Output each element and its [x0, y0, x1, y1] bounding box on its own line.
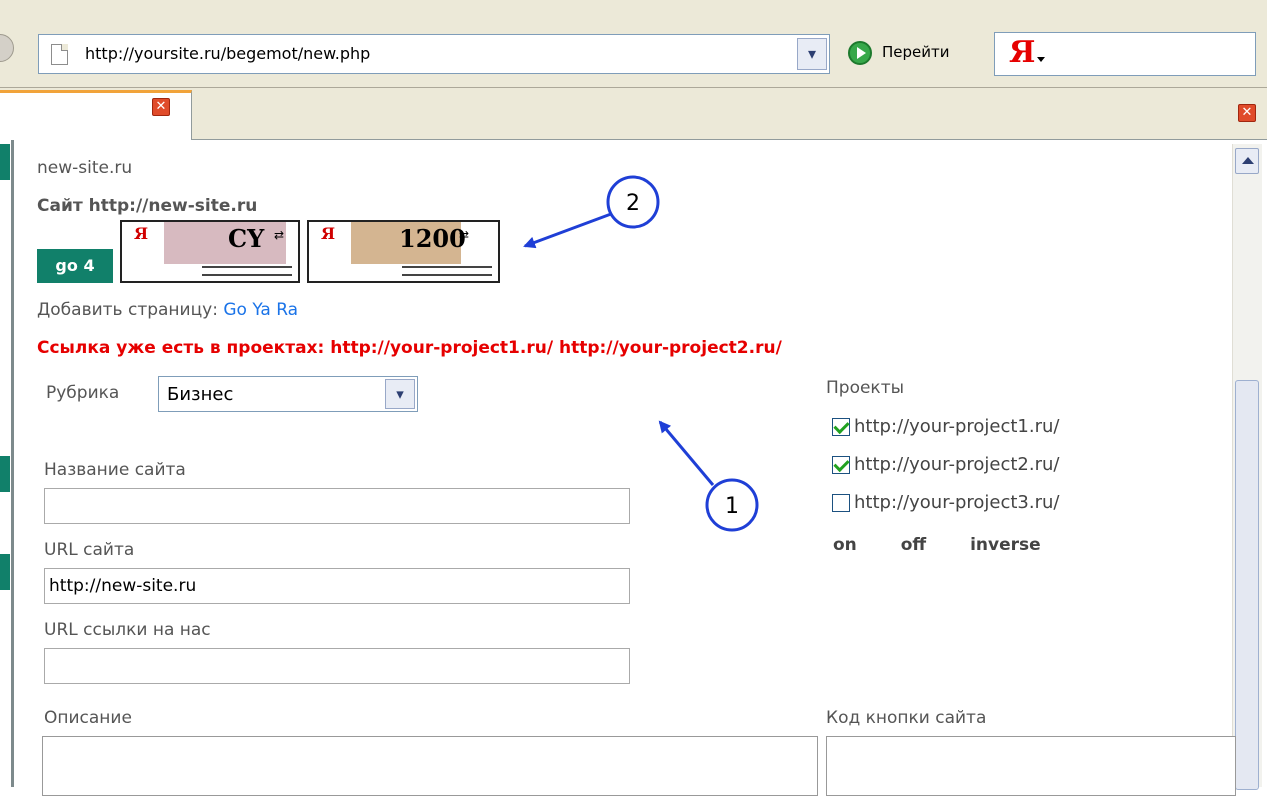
- add-page-link-ya[interactable]: Ya: [252, 300, 270, 320]
- yandex-logo-icon: Я: [134, 224, 149, 243]
- project-controls: on off inverse: [833, 535, 1079, 555]
- site-url-value: http://new-site.ru: [49, 576, 197, 596]
- already-in-projects-warning: Ссылка уже есть в проектах: http://your-…: [37, 338, 782, 358]
- page-icon: [51, 44, 68, 65]
- badge-decoration: [202, 266, 292, 276]
- projects-on-link[interactable]: on: [833, 535, 857, 555]
- description-label: Описание: [44, 708, 132, 728]
- chevron-down-icon[interactable]: ▾: [385, 379, 415, 409]
- projects-label: Проекты: [826, 378, 905, 398]
- go-button-label: Перейти: [882, 43, 950, 61]
- backlink-url-label: URL ссылки на нас: [44, 620, 211, 640]
- yandex-logo-icon[interactable]: Я: [1009, 36, 1035, 70]
- scroll-up-button[interactable]: [1235, 148, 1259, 174]
- site-name-label: Название сайта: [44, 460, 186, 480]
- button-code-textarea[interactable]: [826, 736, 1236, 796]
- badge-value: 1200: [399, 224, 466, 253]
- project-url: http://your-project3.ru/: [854, 492, 1060, 513]
- project-checkbox[interactable]: [832, 494, 850, 512]
- project-checkbox[interactable]: [832, 456, 850, 474]
- search-engine-dropdown-icon[interactable]: [1037, 57, 1045, 62]
- close-all-tabs-icon[interactable]: ✕: [1238, 104, 1256, 122]
- vertical-scrollbar[interactable]: [1232, 144, 1262, 790]
- add-page-link-go[interactable]: Go: [223, 300, 247, 320]
- site-url-label: URL сайта: [44, 540, 135, 560]
- go-arrow-icon: [848, 41, 872, 65]
- scroll-thumb[interactable]: [1235, 380, 1259, 790]
- tab-active[interactable]: ✕: [0, 90, 192, 140]
- badge-decoration: [402, 266, 492, 276]
- page-content: new-site.ru Сайт http://new-site.ru go 4…: [0, 140, 1267, 796]
- projects-inverse-link[interactable]: inverse: [970, 535, 1041, 555]
- tab-close-icon[interactable]: ✕: [152, 98, 170, 116]
- site-name-input[interactable]: [44, 488, 630, 524]
- project-url: http://your-project1.ru/: [854, 416, 1060, 437]
- nav-button-edge[interactable]: [0, 34, 14, 62]
- go-button[interactable]: Перейти: [846, 38, 986, 70]
- rubric-label: Рубрика: [46, 383, 120, 403]
- button-code-label: Код кнопки сайта: [826, 708, 987, 728]
- yandex-cy-badge[interactable]: Я CY ⇄: [120, 220, 300, 283]
- address-url[interactable]: http://yoursite.ru/begemot/new.php: [85, 44, 370, 64]
- sidebar-marker: [0, 456, 10, 492]
- refresh-icon: ⇄: [459, 228, 470, 242]
- browser-toolbar: http://yoursite.ru/begemot/new.php ▾ Пер…: [0, 0, 1267, 88]
- add-page-link-ra[interactable]: Ra: [276, 300, 298, 320]
- add-page-label: Добавить страницу:: [37, 300, 218, 320]
- address-dropdown-button[interactable]: ▾: [797, 38, 827, 70]
- rubric-selected-value: Бизнес: [167, 384, 234, 405]
- badge-band: [164, 222, 286, 264]
- description-textarea[interactable]: [42, 736, 818, 796]
- projects-off-link[interactable]: off: [901, 535, 926, 555]
- sidebar-marker: [0, 144, 10, 180]
- site-title: Сайт http://new-site.ru: [37, 196, 258, 216]
- yandex-logo-icon: Я: [321, 224, 336, 243]
- sidebar-edge: [0, 140, 14, 787]
- project-url: http://your-project2.ru/: [854, 454, 1060, 475]
- yandex-search-box[interactable]: Я: [994, 32, 1256, 76]
- badge-value: CY: [228, 224, 265, 253]
- backlink-url-input[interactable]: [44, 648, 630, 684]
- refresh-icon: ⇄: [274, 228, 285, 242]
- project-checkbox[interactable]: [832, 418, 850, 436]
- add-page-row: Добавить страницу: Go Ya Ra: [37, 300, 298, 320]
- address-bar[interactable]: http://yoursite.ru/begemot/new.php ▾: [38, 34, 830, 74]
- go-site-button[interactable]: go 4: [37, 249, 113, 283]
- site-url-input[interactable]: http://new-site.ru: [44, 568, 630, 604]
- tab-bar: ✕ ✕: [0, 88, 1267, 140]
- sidebar-marker: [0, 554, 10, 590]
- yandex-tic-badge[interactable]: Я 1200 ⇄: [307, 220, 500, 283]
- site-domain: new-site.ru: [37, 158, 133, 178]
- rubric-select[interactable]: Бизнес ▾: [158, 376, 418, 412]
